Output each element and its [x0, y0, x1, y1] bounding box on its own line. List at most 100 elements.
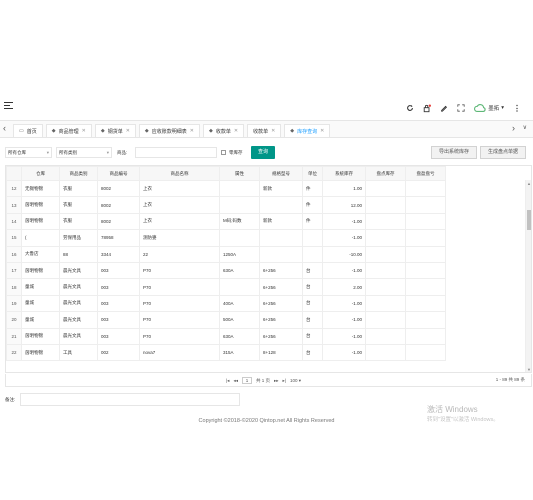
- table-row[interactable]: 21 茵明物锦 晨光文具 003 P70 630A 6+256 台 -1.00: [6, 327, 446, 345]
- table-cell: [259, 196, 303, 214]
- tabs-prev-icon[interactable]: ‹: [3, 124, 6, 133]
- table-row[interactable]: 13 茵明物锦 衣服 8002 上衣 件 12.00: [6, 196, 446, 214]
- user-menu[interactable]: 墨拓 ▾: [474, 104, 504, 112]
- column-header[interactable]: 商品类别: [59, 166, 98, 181]
- table-cell: 22: [139, 245, 220, 263]
- last-page-icon[interactable]: ▸|: [283, 378, 286, 384]
- tab-0[interactable]: ▭ 首页: [13, 124, 43, 137]
- table-cell: 8002: [97, 212, 140, 231]
- table-cell[interactable]: [365, 229, 406, 247]
- tab-6[interactable]: ◆ 库存查询 ✕: [284, 124, 331, 137]
- filter-bar: 所有仓库 ▾ 所有类别 ▾ 商品: 零库存 查询 导出系统库存 生成盘点单据: [0, 146, 533, 161]
- table-row[interactable]: 18 童城 晨光文具 003 P70 6+256 台 2.00: [6, 278, 446, 296]
- tab-3[interactable]: ◆ 应收账款明细表 ✕: [138, 124, 200, 137]
- column-header[interactable]: 单位: [302, 166, 323, 181]
- column-header[interactable]: 盘点库存: [365, 166, 406, 181]
- table-row[interactable]: 22 茵明物锦 工具 002 nova7 315A 8+128 台 -1.00: [6, 343, 446, 362]
- tag-icon: ◆: [100, 128, 105, 134]
- scroll-up-icon[interactable]: ▲: [526, 181, 531, 186]
- table-cell: 003: [97, 261, 140, 280]
- table-row[interactable]: 17 茵明物锦 晨光文具 003 P70 630A 6+256 台 -1.00: [6, 261, 446, 280]
- theme-icon[interactable]: [440, 104, 448, 112]
- table-cell: 003: [97, 327, 140, 345]
- scroll-down-icon[interactable]: ▼: [526, 367, 531, 372]
- fullscreen-icon[interactable]: [457, 104, 465, 112]
- table-cell: [405, 343, 446, 362]
- table-row[interactable]: 12 无锡物锦 衣服 8002 上衣 新款件 1.00: [6, 179, 446, 198]
- table-cell[interactable]: [365, 278, 406, 296]
- category-select[interactable]: 所有类别 ▾: [56, 147, 112, 158]
- close-icon[interactable]: ✕: [82, 128, 86, 134]
- table-cell: 88: [59, 245, 98, 263]
- lock-alert-icon[interactable]: [423, 104, 432, 113]
- product-input[interactable]: [135, 147, 217, 158]
- table-cell[interactable]: [365, 261, 406, 280]
- table-row[interactable]: 14 茵明物锦 衣服 8002 上衣 M码;码数 新款件 -1.00: [6, 212, 446, 231]
- page-size-select[interactable]: 100 ▾: [290, 378, 301, 384]
- tabs-next-icon[interactable]: ›: [512, 124, 515, 133]
- close-icon[interactable]: ✕: [271, 128, 275, 134]
- table-cell: 上衣: [139, 179, 220, 198]
- remark-input[interactable]: [20, 393, 240, 406]
- first-page-icon[interactable]: |◂: [226, 378, 229, 384]
- page-number-input[interactable]: 1: [241, 377, 252, 384]
- close-icon[interactable]: ✕: [190, 128, 194, 134]
- warehouse-select[interactable]: 所有仓库 ▾: [5, 147, 52, 158]
- column-header[interactable]: 盘盈盘亏: [405, 166, 446, 181]
- table-cell: [219, 196, 260, 214]
- table-cell: 晨光文具: [59, 327, 98, 345]
- generate-count-button[interactable]: 生成盘点单据: [480, 146, 526, 159]
- zero-stock-checkbox[interactable]: [221, 150, 226, 155]
- column-header[interactable]: [6, 166, 22, 181]
- tab-2[interactable]: ◆ 钢货单 ✕: [94, 124, 136, 137]
- table-row[interactable]: 16 大鲁店 88 3344 22 1250A -10.00: [6, 245, 446, 263]
- next-page-icon[interactable]: ▸▸: [274, 378, 279, 384]
- table-cell: [405, 179, 446, 198]
- table-cell[interactable]: [365, 196, 406, 214]
- column-header[interactable]: 商品名称: [139, 166, 220, 181]
- column-header[interactable]: 规格型号: [259, 166, 303, 181]
- table-cell[interactable]: [365, 343, 406, 362]
- table-cell[interactable]: [365, 294, 406, 313]
- inventory-grid: 仓库 商品类别 商品编号 商品名称 属性 规格型号 单位 系统库存 盘点库存 盘盈盘亏 12 无锡物…: [5, 165, 532, 373]
- query-button[interactable]: 查询: [251, 146, 275, 159]
- column-header[interactable]: 系统库存: [322, 166, 366, 181]
- table-cell: 茵明物锦: [21, 196, 60, 214]
- close-icon[interactable]: ✕: [126, 128, 130, 134]
- prev-page-icon[interactable]: ◂◂: [233, 378, 238, 384]
- table-cell: 003: [97, 278, 140, 296]
- table-cell: [259, 229, 303, 247]
- table-row[interactable]: 15(劳保用品 78958 测防婆 -1.00: [6, 229, 446, 247]
- more-vertical-icon[interactable]: ⋮: [513, 104, 521, 113]
- table-cell: 测防婆: [139, 229, 220, 247]
- table-row[interactable]: 19 童城 晨光文具 003 P70 400A 6+256 台 -1.00: [6, 294, 446, 313]
- menu-toggle-icon[interactable]: [4, 102, 13, 110]
- column-header[interactable]: 商品编号: [97, 166, 140, 181]
- tab-4[interactable]: ◆ 收款单 ✕: [202, 124, 245, 137]
- table-cell[interactable]: [365, 245, 406, 263]
- table-cell[interactable]: [365, 179, 406, 198]
- table-cell[interactable]: [365, 327, 406, 345]
- tab-1[interactable]: ◆ 商品管理 ✕: [45, 124, 92, 137]
- refresh-icon[interactable]: [406, 104, 414, 112]
- table-cell: 衣服: [59, 179, 98, 198]
- tabs-menu-chevron-icon[interactable]: ∨: [523, 124, 527, 133]
- export-stock-button[interactable]: 导出系统库存: [431, 146, 477, 159]
- table-cell: [302, 245, 323, 263]
- table-cell: 630A: [219, 261, 260, 280]
- table-cell: 315A: [219, 343, 260, 362]
- column-header[interactable]: 仓库: [21, 166, 60, 181]
- table-cell[interactable]: [365, 311, 406, 329]
- column-header[interactable]: 属性: [219, 166, 260, 181]
- table-cell: 件: [302, 179, 323, 198]
- vertical-scrollbar[interactable]: ▲ ▼: [525, 180, 531, 372]
- close-icon[interactable]: ✕: [320, 128, 324, 134]
- scrollbar-thumb[interactable]: [527, 210, 531, 230]
- table-cell: [405, 294, 446, 313]
- table-row[interactable]: 20 童城 晨光文具 003 P70 500A 6+256 台 -1.00: [6, 311, 446, 329]
- tab-5[interactable]: 收款单 ✕: [247, 124, 282, 137]
- table-cell: 童城: [21, 278, 60, 296]
- table-cell: [405, 327, 446, 345]
- table-cell[interactable]: [365, 212, 406, 231]
- close-icon[interactable]: ✕: [234, 128, 238, 134]
